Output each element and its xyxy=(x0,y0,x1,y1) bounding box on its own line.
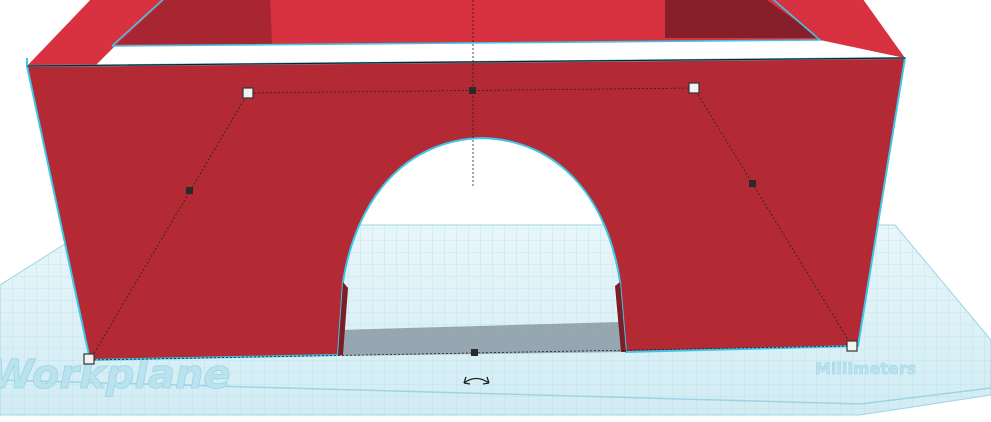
3d-viewport[interactable]: Workplane Millimeters xyxy=(0,0,991,422)
midpoint-handle-right[interactable] xyxy=(749,180,756,187)
midpoint-handle-back[interactable] xyxy=(469,87,476,94)
corner-handle-back-left[interactable] xyxy=(242,87,254,99)
corner-handle-back-right[interactable] xyxy=(688,82,700,94)
units-label[interactable]: Millimeters xyxy=(815,359,917,379)
corner-handle-front-left[interactable] xyxy=(83,353,95,365)
midpoint-handle-front[interactable] xyxy=(471,349,478,356)
corner-handle-front-right[interactable] xyxy=(846,340,858,352)
midpoint-handle-left[interactable] xyxy=(186,187,193,194)
scene-canvas[interactable]: Workplane Millimeters xyxy=(0,0,991,422)
